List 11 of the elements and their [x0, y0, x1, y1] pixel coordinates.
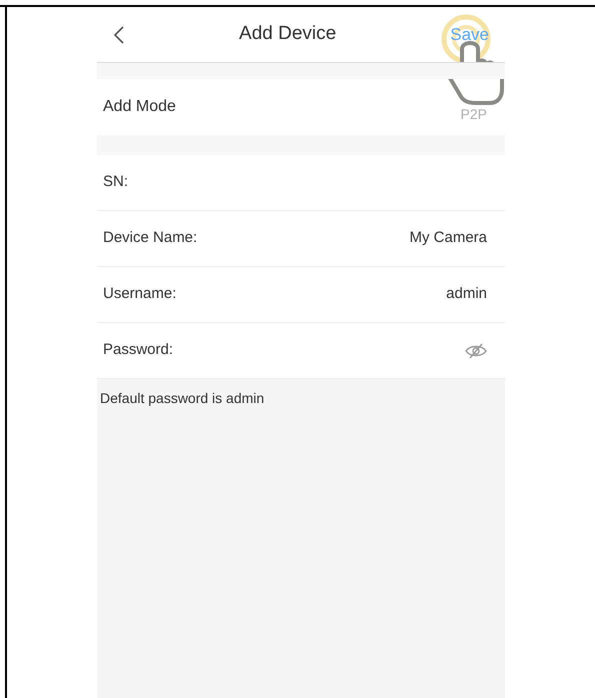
hint-text: Default password is admin — [100, 390, 264, 406]
field-label: Username: — [103, 284, 176, 304]
field-value[interactable]: My Camera — [409, 227, 487, 250]
page-title: Add Device — [239, 22, 336, 46]
field-value[interactable]: admin — [446, 283, 487, 306]
field-label: SN: — [103, 172, 128, 192]
field-label: Device Name: — [103, 228, 198, 248]
hidden-eye-icon[interactable] — [465, 342, 487, 358]
add-mode-label: Add Mode — [103, 97, 176, 117]
back-icon[interactable] — [113, 24, 125, 44]
field-label: Password: — [103, 340, 174, 360]
